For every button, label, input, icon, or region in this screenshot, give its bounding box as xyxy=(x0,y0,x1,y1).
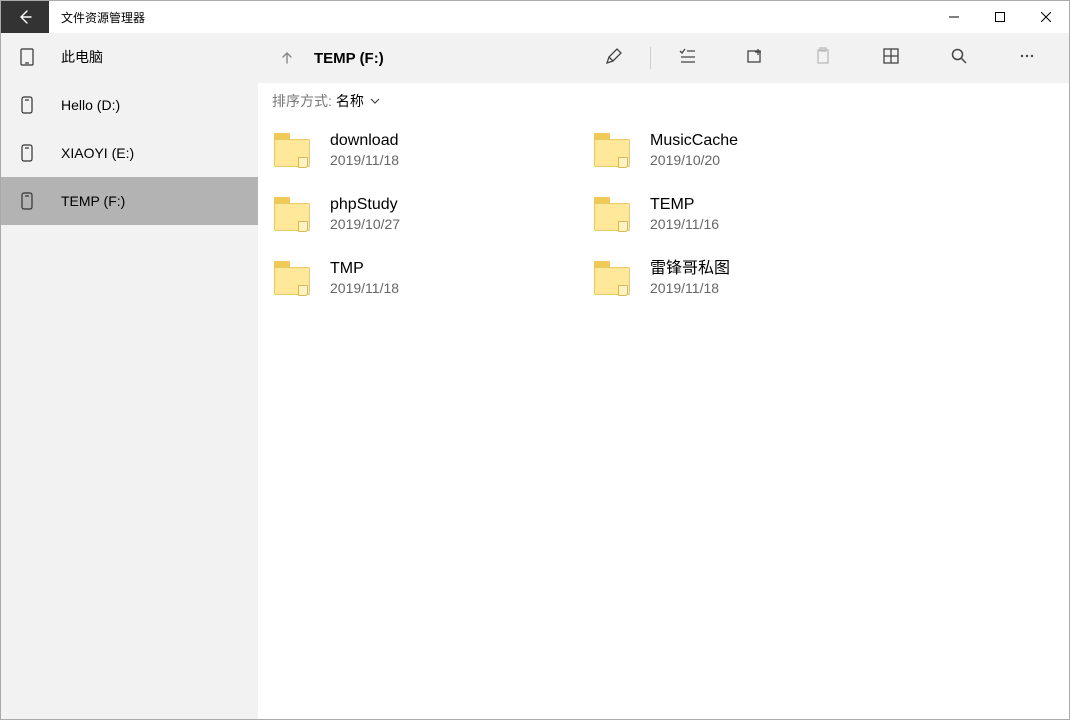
back-button[interactable] xyxy=(1,1,49,33)
clipboard-icon xyxy=(814,47,832,70)
folder-name: TEMP xyxy=(650,195,719,214)
location-title: TEMP (F:) xyxy=(308,50,580,67)
maximize-button[interactable] xyxy=(977,1,1023,33)
folder-name: phpStudy xyxy=(330,195,400,214)
sidebar-item-label: TEMP (F:) xyxy=(61,193,125,209)
sidebar-item-this-pc[interactable]: 此电脑 xyxy=(1,33,258,81)
sort-value: 名称 xyxy=(336,91,364,111)
app-body: 此电脑 Hello (D:) XIAOYI (E:) TEMP (F:) xyxy=(1,33,1069,719)
folder-text: TEMP 2019/11/16 xyxy=(650,195,719,233)
folder-item[interactable]: download 2019/11/18 xyxy=(272,125,592,175)
main-panel: TEMP (F:) xyxy=(258,33,1069,719)
titlebar: 文件资源管理器 xyxy=(1,1,1069,33)
paste-button[interactable] xyxy=(789,33,857,83)
drive-icon xyxy=(17,192,37,210)
folder-text: download 2019/11/18 xyxy=(330,131,399,169)
close-button[interactable] xyxy=(1023,1,1069,33)
folder-name: TMP xyxy=(330,259,399,278)
sidebar-item-drive-e[interactable]: XIAOYI (E:) xyxy=(1,129,258,177)
up-button[interactable] xyxy=(266,33,308,83)
folder-item[interactable]: TEMP 2019/11/16 xyxy=(592,189,912,239)
sidebar-item-label: Hello (D:) xyxy=(61,97,120,113)
tablet-icon xyxy=(17,48,37,66)
sidebar-item-drive-f[interactable]: TEMP (F:) xyxy=(1,177,258,225)
folder-icon xyxy=(592,129,634,171)
folder-text: MusicCache 2019/10/20 xyxy=(650,131,738,169)
search-button[interactable] xyxy=(925,33,993,83)
toolbar-separator xyxy=(650,47,651,69)
window: 文件资源管理器 此电脑 xyxy=(0,0,1070,720)
content-area: download 2019/11/18 MusicCache 2019/10/2… xyxy=(258,119,1069,719)
folder-grid: download 2019/11/18 MusicCache 2019/10/2… xyxy=(272,125,1055,303)
toolbar-actions xyxy=(580,33,1061,83)
select-button[interactable] xyxy=(653,33,721,83)
search-icon xyxy=(950,47,968,70)
sidebar-item-drive-d[interactable]: Hello (D:) xyxy=(1,81,258,129)
sidebar-item-label: XIAOYI (E:) xyxy=(61,145,134,161)
view-button[interactable] xyxy=(857,33,925,83)
drive-icon xyxy=(17,144,37,162)
drive-icon xyxy=(17,96,37,114)
folder-item[interactable]: MusicCache 2019/10/20 xyxy=(592,125,912,175)
folder-icon xyxy=(272,129,314,171)
edit-button[interactable] xyxy=(580,33,648,83)
folder-item[interactable]: TMP 2019/11/18 xyxy=(272,253,592,303)
checklist-icon xyxy=(678,47,696,70)
folder-icon xyxy=(592,193,634,235)
folder-item[interactable]: phpStudy 2019/10/27 xyxy=(272,189,592,239)
folder-date: 2019/11/16 xyxy=(650,216,719,233)
folder-icon xyxy=(272,193,314,235)
window-controls xyxy=(931,1,1069,33)
folder-text: TMP 2019/11/18 xyxy=(330,259,399,297)
folder-date: 2019/10/20 xyxy=(650,152,738,169)
sidebar: 此电脑 Hello (D:) XIAOYI (E:) TEMP (F:) xyxy=(1,33,258,719)
window-title: 文件资源管理器 xyxy=(49,9,931,26)
folder-text: 雷锋哥私图 2019/11/18 xyxy=(650,259,730,297)
chevron-down-icon xyxy=(370,93,380,109)
minimize-button[interactable] xyxy=(931,1,977,33)
new-folder-button[interactable] xyxy=(721,33,789,83)
new-folder-icon xyxy=(746,47,764,70)
sort-bar[interactable]: 排序方式: 名称 xyxy=(258,83,1069,119)
folder-date: 2019/10/27 xyxy=(330,216,400,233)
folder-name: MusicCache xyxy=(650,131,738,150)
toolbar: TEMP (F:) xyxy=(258,33,1069,83)
grid-icon xyxy=(882,47,900,70)
folder-icon xyxy=(592,257,634,299)
pencil-icon xyxy=(605,47,623,70)
folder-name: 雷锋哥私图 xyxy=(650,259,730,278)
folder-text: phpStudy 2019/10/27 xyxy=(330,195,400,233)
folder-item[interactable]: 雷锋哥私图 2019/11/18 xyxy=(592,253,912,303)
folder-date: 2019/11/18 xyxy=(650,280,730,297)
folder-date: 2019/11/18 xyxy=(330,152,399,169)
sidebar-item-label: 此电脑 xyxy=(61,47,103,67)
more-button[interactable] xyxy=(993,33,1061,83)
sort-label: 排序方式: xyxy=(272,91,332,111)
folder-icon xyxy=(272,257,314,299)
folder-date: 2019/11/18 xyxy=(330,280,399,297)
more-icon xyxy=(1018,47,1036,70)
folder-name: download xyxy=(330,131,399,150)
